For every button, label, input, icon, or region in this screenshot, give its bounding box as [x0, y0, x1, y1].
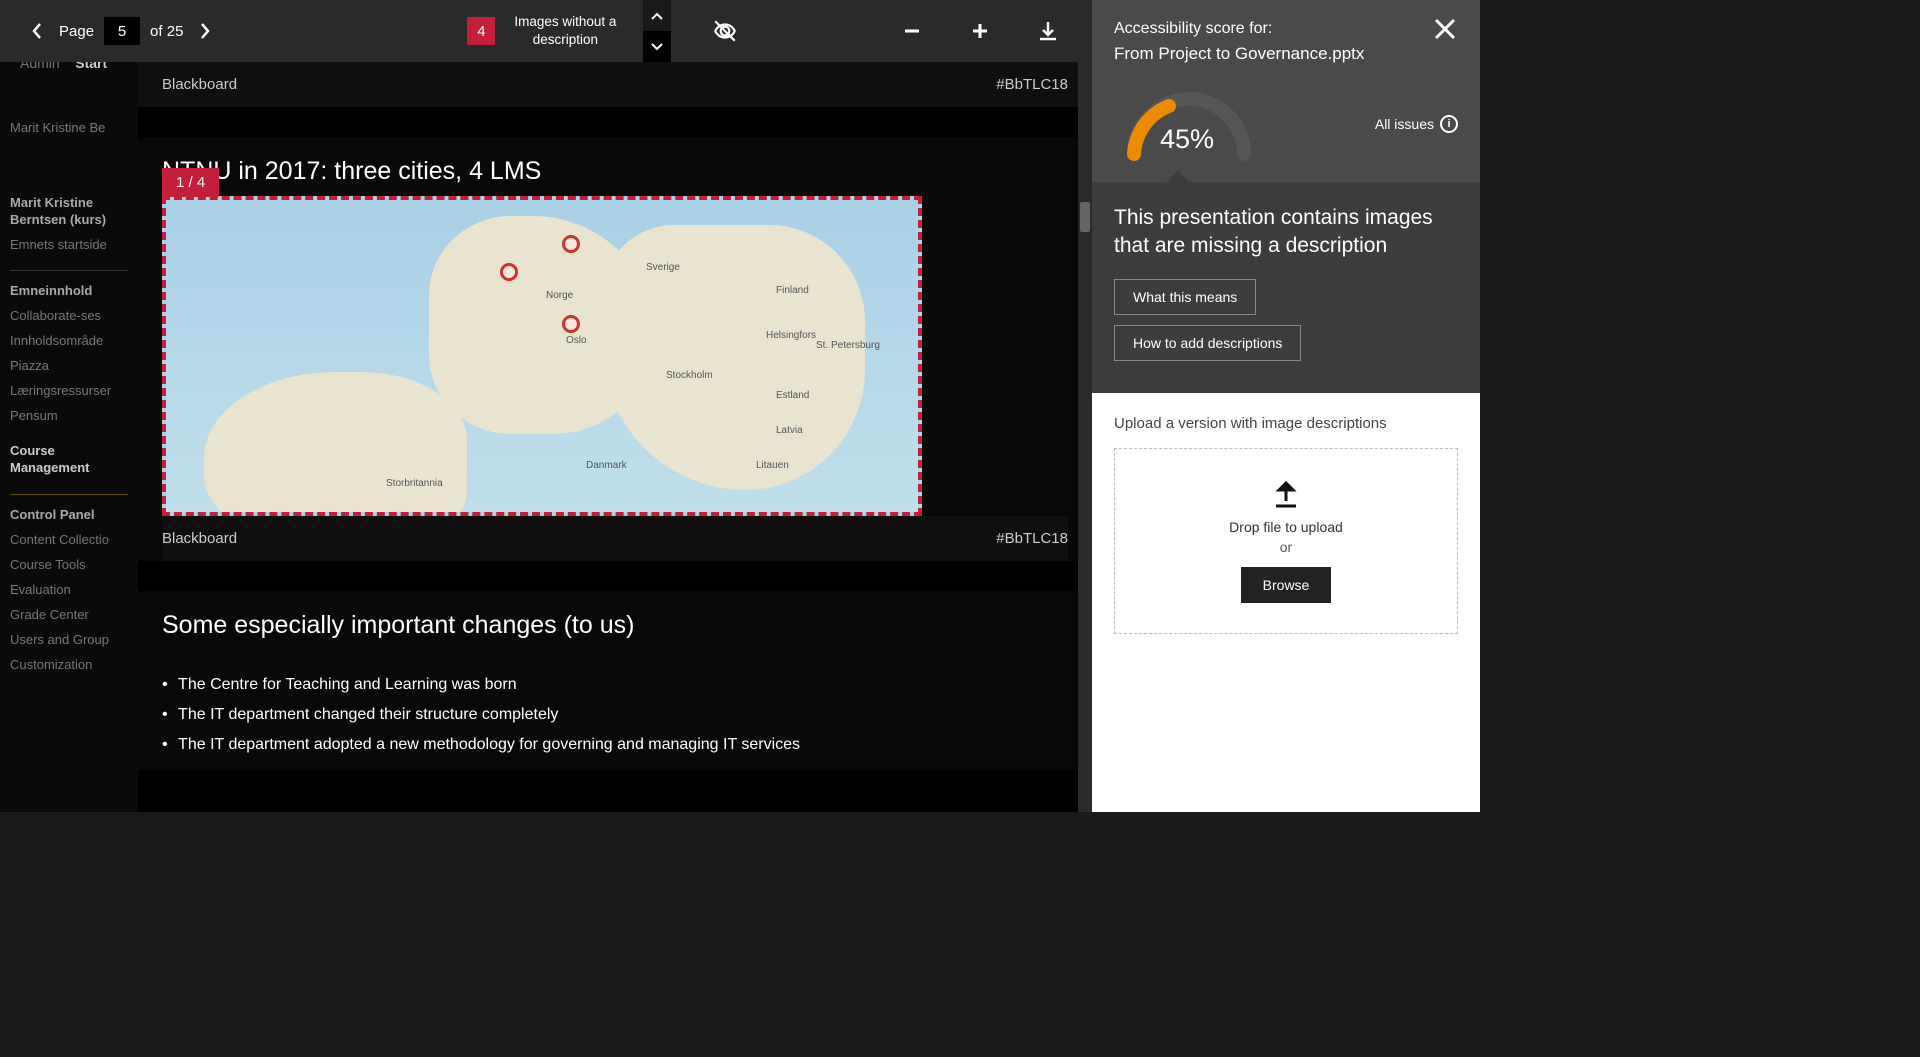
footer-brand: Blackboard [162, 530, 237, 547]
map-label: Oslo [566, 335, 587, 346]
zoom-out-button[interactable] [898, 17, 926, 45]
bg-nav-item: Evaluation [10, 582, 128, 597]
info-icon: i [1440, 115, 1458, 133]
viewer-toolbar: Page of 25 4 Images without a descriptio… [0, 0, 1092, 62]
bg-nav-item: Collaborate-ses [10, 308, 128, 323]
drop-text: Drop file to upload [1135, 519, 1437, 535]
upload-section: Upload a version with image descriptions… [1092, 393, 1480, 812]
bg-nav-item: Læringsressurser [10, 383, 128, 398]
footer-hashtag: #BbTLC18 [996, 76, 1068, 93]
all-issues-link[interactable]: All issues i [1375, 115, 1458, 133]
flagged-image-map[interactable]: Norge Sverige Finland Oslo Stockholm Hel… [162, 196, 922, 516]
score-gauge: 45% [1114, 84, 1264, 164]
issue-headline: This presentation contains images that a… [1114, 204, 1458, 261]
zoom-in-button[interactable] [966, 17, 994, 45]
map-marker-icon [500, 263, 518, 281]
bg-nav-title-emne: Emneinnhold [10, 283, 128, 300]
bg-nav-item: Content Collectio [10, 532, 128, 547]
slide-5: NTNU in 2017: three cities, 4 LMS 1 / 4 … [138, 137, 1092, 561]
map-label: Litauen [756, 460, 789, 471]
slide-bullet-list: The Centre for Teaching and Learning was… [162, 660, 1068, 770]
prev-slide-footer: Blackboard #BbTLC18 [138, 62, 1092, 107]
prev-issue-button[interactable] [643, 0, 671, 31]
map-label: Helsingfors [766, 330, 816, 341]
issue-indicator: 4 Images without a description [467, 0, 671, 62]
page-label: Page [59, 23, 94, 40]
bg-nav-item: Users and Group [10, 632, 128, 647]
footer-brand: Blackboard [162, 76, 237, 93]
page-number-input[interactable] [104, 17, 140, 45]
next-issue-button[interactable] [643, 31, 671, 62]
document-preview[interactable]: Blackboard #BbTLC18 NTNU in 2017: three … [138, 62, 1092, 812]
slide-6: Some especially important changes (to us… [138, 591, 1092, 770]
map-label: Latvia [776, 425, 803, 436]
browse-button[interactable]: Browse [1241, 567, 1332, 603]
bg-nav-item: Piazza [10, 358, 128, 373]
visibility-off-icon[interactable] [711, 17, 739, 45]
bg-nav-item: Grade Center [10, 607, 128, 622]
score-percent: 45% [1160, 124, 1214, 155]
drop-or: or [1135, 539, 1437, 555]
bg-nav-item: Innholdsområde [10, 333, 128, 348]
flagged-image-counter: 1 / 4 [162, 168, 219, 197]
map-label: Storbritannia [386, 478, 443, 489]
map-label: St. Petersburg [816, 340, 880, 351]
bullet-item: The IT department changed their structur… [162, 700, 1068, 730]
bg-nav-title-course-mgmt: Course Management [10, 443, 128, 477]
issue-detail-section: This presentation contains images that a… [1092, 182, 1480, 393]
upload-icon [1272, 479, 1300, 509]
download-button[interactable] [1034, 17, 1062, 45]
bg-nav-item: Course Tools [10, 557, 128, 572]
footer-hashtag: #BbTLC18 [996, 530, 1068, 547]
what-this-means-button[interactable]: What this means [1114, 279, 1256, 315]
bg-nav-title-cp: Control Panel [10, 507, 128, 524]
bg-nav-item: Emnets startside [10, 237, 128, 252]
map-label: Finland [776, 285, 809, 296]
map-label: Danmark [586, 460, 627, 471]
map-label: Estland [776, 390, 809, 401]
bullet-item: The IT department adopted a new methodol… [162, 730, 1068, 760]
bg-nav-item: Customization [10, 657, 128, 672]
map-marker-icon [562, 315, 580, 333]
map-marker-icon [562, 235, 580, 253]
map-label: Norge [546, 290, 573, 301]
slide-title: Some especially important changes (to us… [162, 611, 1068, 640]
file-dropzone[interactable]: Drop file to upload or Browse [1114, 448, 1458, 634]
bg-user-name: Marit Kristine Be [10, 120, 128, 135]
prev-page-button[interactable] [25, 19, 49, 43]
scrollbar-thumb[interactable] [1080, 202, 1090, 232]
how-to-add-descriptions-button[interactable]: How to add descriptions [1114, 325, 1301, 361]
upload-section-label: Upload a version with image descriptions [1114, 415, 1458, 432]
accessibility-panel: Accessibility score for: From Project to… [1092, 0, 1480, 812]
page-navigator: Page of 25 [25, 17, 217, 45]
bg-nav-user-title: Marit Kristine Berntsen (kurs) [10, 195, 128, 229]
map-label: Stockholm [666, 370, 713, 381]
slide-footer: Blackboard #BbTLC18 [162, 516, 1068, 561]
issue-type-label: Images without a description [505, 13, 625, 48]
page-total: of 25 [150, 23, 183, 40]
next-page-button[interactable] [193, 19, 217, 43]
score-for-label: Accessibility score for: [1114, 20, 1458, 38]
preview-scrollbar[interactable] [1078, 62, 1092, 812]
map-label: Sverige [646, 262, 680, 273]
slide-title: NTNU in 2017: three cities, 4 LMS [162, 157, 1068, 186]
close-panel-button[interactable] [1432, 16, 1462, 46]
bg-nav-item: Pensum [10, 408, 128, 423]
background-sidebar: Admin Start Marit Kristine Be Marit Kris… [0, 0, 138, 812]
document-filename: From Project to Governance.pptx [1114, 44, 1458, 64]
bullet-item: The Centre for Teaching and Learning was… [162, 670, 1068, 700]
issue-count-badge: 4 [467, 17, 495, 45]
